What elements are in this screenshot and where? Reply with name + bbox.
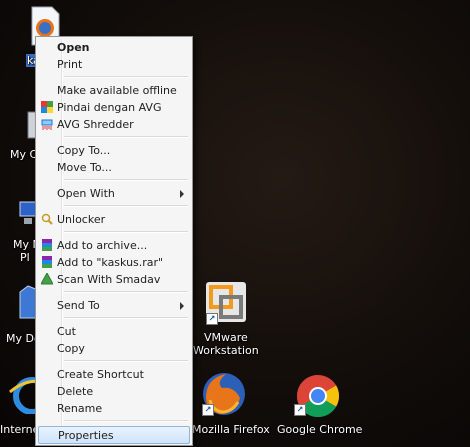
menu-item-label: Print bbox=[57, 58, 83, 71]
menu-item-label: Scan With Smadav bbox=[57, 273, 161, 286]
menu-separator bbox=[64, 291, 188, 293]
vmware-label-1: VMware bbox=[204, 331, 248, 344]
menu-item-label: AVG Shredder bbox=[57, 118, 134, 131]
shredder-icon bbox=[41, 118, 53, 130]
internet-explorer-desktop-icon[interactable]: Interne bbox=[0, 372, 40, 438]
menu-item-create-shortcut[interactable]: Create Shortcut bbox=[38, 366, 190, 383]
menu-item-move-to[interactable]: Move To... bbox=[38, 159, 190, 176]
chrome-desktop-icon[interactable]: ↗ Google Chrome bbox=[276, 370, 364, 440]
menu-item-label: Add to archive... bbox=[57, 239, 148, 252]
chrome-label: Google Chrome bbox=[277, 423, 363, 436]
menu-item-make-available-offline[interactable]: Make available offline bbox=[38, 82, 190, 99]
menu-item-pindai-avg[interactable]: Pindai dengan AVG bbox=[38, 99, 190, 116]
menu-item-label: Copy bbox=[57, 342, 85, 355]
menu-item-avg-shredder[interactable]: AVG Shredder bbox=[38, 116, 190, 133]
submenu-arrow-icon bbox=[180, 302, 184, 310]
menu-item-label: Rename bbox=[57, 402, 103, 415]
my-network-label-2: Pl bbox=[20, 251, 30, 264]
menu-separator bbox=[64, 317, 188, 319]
menu-item-add-to-archive[interactable]: Add to archive... bbox=[38, 237, 190, 254]
ie-icon bbox=[9, 377, 36, 414]
menu-item-print[interactable]: Print bbox=[38, 56, 190, 73]
menu-item-open-with[interactable]: Open With bbox=[38, 185, 190, 202]
menu-item-scan-smadav[interactable]: Scan With Smadav bbox=[38, 271, 190, 288]
vmware-desktop-icon[interactable]: ↗ VMware Workstation bbox=[188, 280, 268, 357]
unlocker-icon bbox=[41, 213, 53, 225]
menu-item-label: Cut bbox=[57, 325, 76, 338]
winrar-icon bbox=[41, 239, 53, 251]
menu-item-cut[interactable]: Cut bbox=[38, 323, 190, 340]
my-computer-desktop-icon[interactable]: My C bbox=[0, 104, 38, 161]
menu-item-label: Copy To... bbox=[57, 144, 111, 157]
menu-item-unlocker[interactable]: Unlocker bbox=[38, 211, 190, 228]
menu-item-label: Unlocker bbox=[57, 213, 106, 226]
menu-item-label: Open bbox=[57, 41, 90, 54]
menu-item-label: Send To bbox=[57, 299, 100, 312]
menu-item-delete[interactable]: Delete bbox=[38, 383, 190, 400]
menu-separator bbox=[64, 205, 188, 207]
menu-separator bbox=[64, 231, 188, 233]
menu-item-send-to[interactable]: Send To bbox=[38, 297, 190, 314]
my-network-desktop-icon[interactable]: My N Pl bbox=[0, 196, 41, 266]
menu-item-copy[interactable]: Copy bbox=[38, 340, 190, 357]
menu-item-add-to-kaskus-rar[interactable]: Add to "kaskus.rar" bbox=[38, 254, 190, 271]
my-documents-desktop-icon[interactable]: My Do bbox=[0, 282, 41, 345]
vmware-label-2: Workstation bbox=[193, 344, 259, 357]
winrar-icon bbox=[41, 256, 53, 268]
avg-icon bbox=[41, 101, 53, 113]
menu-item-label: Add to "kaskus.rar" bbox=[57, 256, 164, 269]
smadav-icon bbox=[40, 271, 54, 285]
menu-separator bbox=[64, 360, 188, 362]
menu-item-label: Delete bbox=[57, 385, 94, 398]
my-computer-label: My C bbox=[10, 148, 38, 161]
menu-item-label: Make available offline bbox=[57, 84, 177, 97]
menu-separator bbox=[64, 136, 188, 138]
menu-item-label: Create Shortcut bbox=[57, 368, 144, 381]
menu-separator bbox=[64, 76, 188, 78]
menu-item-label: Open With bbox=[57, 187, 115, 200]
shortcut-arrow-icon: ↗ bbox=[206, 313, 218, 325]
menu-item-open[interactable]: Open bbox=[38, 39, 190, 56]
firefox-label: Mozilla Firefox bbox=[192, 423, 270, 436]
ie-label: Interne bbox=[0, 423, 40, 436]
menu-separator bbox=[64, 179, 188, 181]
menu-item-label: Move To... bbox=[57, 161, 112, 174]
menu-item-properties[interactable]: Properties bbox=[38, 426, 190, 444]
shortcut-arrow-icon: ↗ bbox=[294, 404, 306, 416]
menu-item-label: Pindai dengan AVG bbox=[57, 101, 162, 114]
shortcut-arrow-icon: ↗ bbox=[202, 404, 214, 416]
menu-item-copy-to[interactable]: Copy To... bbox=[38, 142, 190, 159]
context-menu: Open Print Make available offline Pindai… bbox=[35, 36, 193, 446]
firefox-desktop-icon[interactable]: ↗ Mozilla Firefox bbox=[188, 370, 272, 440]
menu-item-rename[interactable]: Rename bbox=[38, 400, 190, 417]
menu-item-label: Properties bbox=[58, 429, 114, 442]
menu-separator bbox=[64, 420, 188, 422]
submenu-arrow-icon bbox=[180, 190, 184, 198]
